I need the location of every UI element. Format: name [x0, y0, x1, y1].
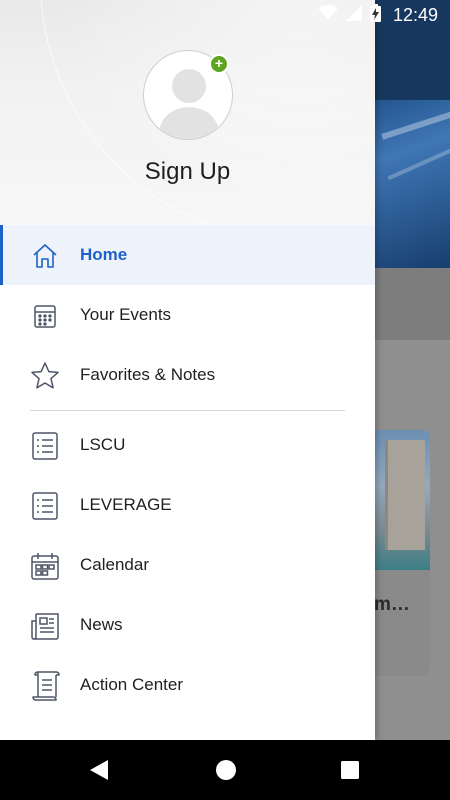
- menu-divider: [0, 405, 375, 415]
- event-card-building: [385, 440, 425, 550]
- list-icon: [29, 430, 61, 462]
- menu-item-label: Home: [80, 245, 128, 264]
- drawer-header: + Sign Up: [0, 0, 375, 225]
- menu-item-leverage[interactable]: LEVERAGE: [0, 475, 375, 535]
- menu-item-label: News: [80, 615, 123, 634]
- menu-item-label: LEVERAGE: [80, 495, 172, 514]
- menu-item-label: Action Center: [80, 675, 183, 694]
- menu-item-lscu[interactable]: LSCU: [0, 415, 375, 475]
- events-calendar-icon: [29, 300, 61, 332]
- add-photo-icon[interactable]: +: [209, 54, 229, 74]
- list-icon: [29, 490, 61, 522]
- system-navigation-bar: [0, 740, 450, 800]
- cell-signal-icon: [345, 4, 362, 26]
- home-button-icon[interactable]: [214, 758, 238, 782]
- home-icon: [29, 240, 61, 272]
- calendar-icon: [29, 550, 61, 582]
- menu-item-label: Your Events: [80, 305, 172, 324]
- back-icon[interactable]: [88, 758, 112, 782]
- recent-apps-icon[interactable]: [340, 758, 364, 782]
- battery-charging-icon: [369, 3, 381, 27]
- event-card-title: m…: [374, 594, 410, 615]
- wifi-icon: [317, 4, 338, 26]
- status-time: 12:49: [392, 4, 438, 25]
- newspaper-icon: [29, 610, 61, 642]
- menu-item-your-events[interactable]: Your Events: [0, 285, 375, 345]
- menu-item-news[interactable]: News: [0, 595, 375, 655]
- star-icon: [29, 360, 61, 392]
- navigation-drawer: + Sign Up Home Your Events Favorites & N…: [0, 0, 375, 740]
- menu-item-calendar[interactable]: Calendar: [0, 535, 375, 595]
- menu-item-favorites-notes[interactable]: Favorites & Notes: [0, 345, 375, 405]
- avatar-button[interactable]: +: [143, 50, 233, 140]
- menu-item-home[interactable]: Home: [0, 225, 375, 285]
- menu-item-action-center[interactable]: Action Center: [0, 655, 375, 715]
- menu-item-label: LSCU: [80, 435, 126, 454]
- scroll-icon: [29, 670, 61, 702]
- sign-up-link[interactable]: Sign Up: [0, 158, 375, 186]
- menu-item-label: Favorites & Notes: [80, 365, 216, 384]
- drawer-menu: Home Your Events Favorites & Notes LSCU …: [0, 225, 375, 715]
- status-bar: 12:49: [0, 0, 450, 30]
- menu-item-label: Calendar: [80, 555, 149, 574]
